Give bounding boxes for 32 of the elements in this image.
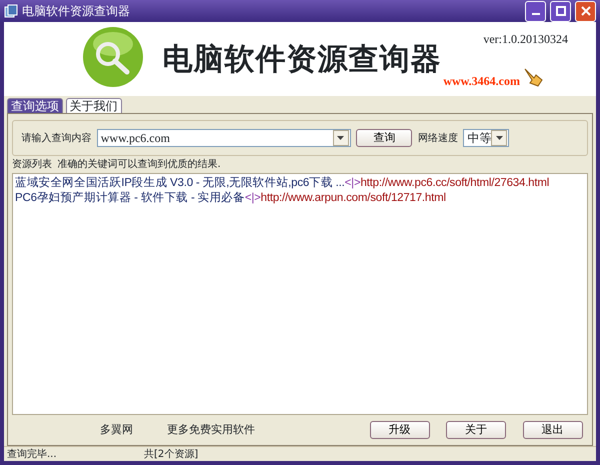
result-row[interactable]: PC6孕妇预产期计算器 - 软件下载 - 实用必备<|>http://www.arpun.com/soft/12717.html	[15, 190, 446, 206]
speed-combobox[interactable]: 中等	[463, 129, 510, 147]
version-text: ver:1.0.20130324	[483, 31, 568, 48]
dropdown-arrow-icon	[337, 136, 344, 140]
hint-text: 准确的关键词可以查询到优质的结果.	[58, 158, 221, 171]
close-button[interactable]	[575, 0, 596, 22]
app-icon	[4, 4, 18, 18]
minimize-button[interactable]	[525, 0, 546, 22]
footer-link[interactable]: 多翼网	[100, 422, 133, 438]
query-combobox[interactable]: www.pc6.com	[96, 129, 351, 147]
results-list[interactable]: 蓝域安全网全国活跃IP段生成 V3.0 - 无限,无限软件站,pc6下载 ...<|>http://www.pc6.cc/soft/html/27634.html PC6孕妇预产期计算器 - 软件下载 - 实用必备<|>http://www.arpun.com/soft/12717.html	[12, 172, 588, 415]
query-label: 请输入查询内容	[21, 132, 92, 146]
website-link[interactable]: www.3464.com	[443, 72, 520, 90]
dialog-button[interactable]: 升级	[370, 421, 430, 439]
footer-link[interactable]: 更多免费实用软件	[167, 422, 255, 438]
dropdown-arrow-icon	[496, 136, 503, 140]
hand-pointer-icon	[522, 66, 544, 88]
results-legend: 资源列表	[12, 158, 52, 171]
search-button[interactable]: 查询	[356, 129, 412, 147]
close-icon	[580, 6, 590, 16]
maximize-button[interactable]	[550, 0, 571, 22]
dialog-button[interactable]: 退出	[522, 421, 582, 439]
status-count: 共[2个资源]	[144, 448, 198, 461]
maximize-icon	[556, 6, 566, 16]
app-title: 电脑软件资源查询器	[162, 40, 442, 78]
tab[interactable]: 关于我们	[66, 98, 122, 113]
speed-label: 网络速度	[418, 132, 458, 146]
dialog-button[interactable]: 关于	[446, 421, 506, 439]
status-text: 查询完毕...	[6, 448, 58, 461]
window-title: 电脑软件资源查询器	[22, 3, 130, 20]
result-row[interactable]: 蓝域安全网全国活跃IP段生成 V3.0 - 无限,无限软件站,pc6下载 ...<|>http://www.pc6.cc/soft/html/27634.html	[15, 176, 550, 191]
tab[interactable]: 查询选项	[6, 98, 63, 113]
